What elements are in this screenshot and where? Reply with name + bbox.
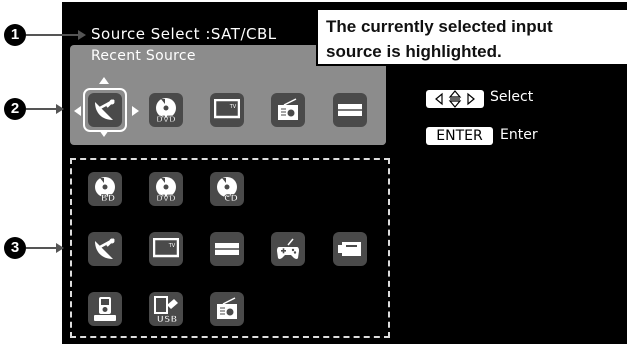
source-game[interactable] bbox=[271, 232, 305, 266]
dvd-icon: DVD bbox=[156, 98, 176, 124]
camera-icon bbox=[338, 242, 361, 256]
arrow-right-icon bbox=[132, 106, 139, 116]
source-select-title: Source Select :SAT/CBL bbox=[91, 25, 277, 43]
leader-arrow-3-icon bbox=[56, 243, 64, 253]
usb-icon-label: USB bbox=[157, 315, 178, 323]
recent-source-label: Recent Source bbox=[91, 48, 196, 64]
leader-line-3 bbox=[26, 247, 56, 249]
source-satellite[interactable] bbox=[88, 232, 122, 266]
callout-line-1: The currently selected input bbox=[326, 17, 553, 36]
recent-source-tv[interactable]: TV bbox=[210, 93, 244, 127]
leader-line-1 bbox=[26, 34, 78, 36]
tv-icon-label: TV bbox=[229, 104, 237, 110]
source-ipod-dock[interactable] bbox=[88, 292, 122, 326]
marker-2: 2 bbox=[4, 98, 26, 120]
dvd-icon-label: DVD bbox=[156, 194, 176, 203]
usb-icon: USB bbox=[154, 296, 178, 323]
radio-icon bbox=[278, 98, 298, 120]
source-radio[interactable] bbox=[210, 292, 244, 326]
source-dvd[interactable]: DVD bbox=[149, 172, 183, 206]
arrow-down-icon bbox=[99, 130, 109, 137]
cd-icon-label: CD bbox=[224, 194, 238, 203]
dvd-icon: DVD bbox=[156, 177, 176, 203]
game-icon bbox=[277, 238, 299, 259]
tv-icon: TV bbox=[153, 238, 179, 258]
player-icon bbox=[215, 243, 239, 255]
source-player[interactable] bbox=[210, 232, 244, 266]
marker-3: 3 bbox=[4, 237, 26, 259]
source-tv[interactable]: TV bbox=[149, 232, 183, 266]
source-cd[interactable]: CD bbox=[210, 172, 244, 206]
leader-line-2 bbox=[26, 108, 56, 110]
leader-arrow-2-icon bbox=[56, 104, 64, 114]
cursor-key-badge bbox=[426, 90, 484, 108]
player-icon bbox=[338, 104, 362, 116]
tv-icon-label: TV bbox=[168, 243, 176, 249]
select-hint-label: Select bbox=[490, 89, 534, 105]
radio-icon bbox=[217, 297, 237, 319]
satellite-icon bbox=[95, 238, 115, 259]
arrow-left-icon bbox=[74, 106, 81, 116]
leader-arrow-1-icon bbox=[78, 30, 86, 40]
recent-source-radio[interactable] bbox=[271, 93, 305, 127]
recent-source-dvd[interactable]: DVD bbox=[149, 93, 183, 127]
source-bluray[interactable]: BD bbox=[88, 172, 122, 206]
enter-key-badge: ENTER bbox=[426, 127, 493, 145]
satellite-icon bbox=[95, 99, 115, 120]
source-usb[interactable]: USB bbox=[149, 292, 183, 326]
arrow-up-icon bbox=[99, 77, 109, 84]
ipod-dock-icon bbox=[94, 297, 116, 321]
recent-source-player[interactable] bbox=[333, 93, 367, 127]
recent-source-satellite[interactable] bbox=[88, 93, 122, 127]
bluray-icon-label: BD bbox=[101, 194, 115, 203]
bluray-icon: BD bbox=[95, 177, 116, 203]
callout-note: The currently selected input source is h… bbox=[316, 8, 627, 66]
callout-line-2: source is highlighted. bbox=[326, 42, 502, 61]
source-camera[interactable] bbox=[333, 232, 367, 266]
cd-icon: CD bbox=[217, 177, 238, 203]
tv-icon: TV bbox=[214, 99, 240, 119]
marker-1: 1 bbox=[4, 24, 26, 46]
dvd-icon-label: DVD bbox=[156, 115, 176, 124]
enter-hint-label: Enter bbox=[500, 127, 538, 143]
cursor-keys-icon bbox=[435, 90, 475, 108]
